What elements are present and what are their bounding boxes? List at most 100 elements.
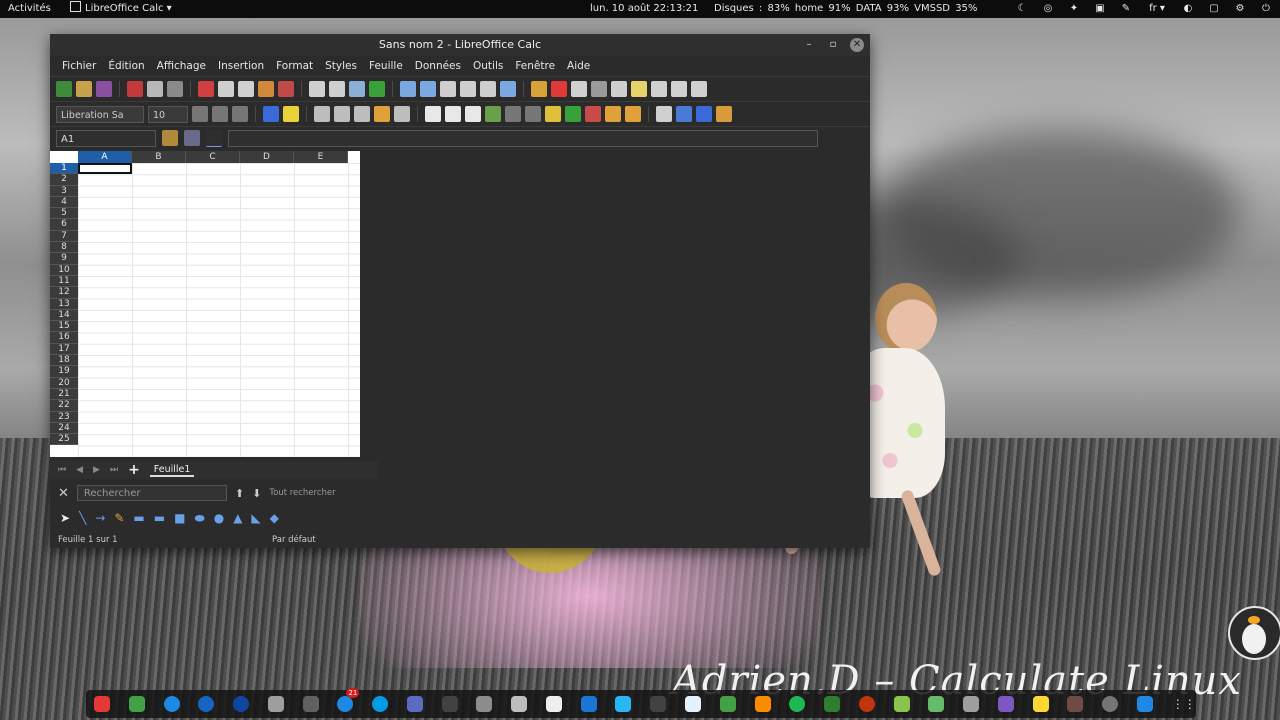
brush-icon[interactable] (1032, 696, 1049, 712)
cut-icon[interactable] (198, 81, 214, 97)
row-header[interactable]: 22 (50, 400, 78, 412)
window-titlebar[interactable]: Sans nom 2 - LibreOffice Calc – ▫ ✕ (50, 34, 870, 56)
menu-outils[interactable]: Outils (467, 60, 509, 72)
find-replace-icon[interactable] (349, 81, 365, 97)
row-header[interactable]: 23 (50, 411, 78, 423)
rectangle-icon[interactable]: ▬ (133, 511, 144, 525)
borders-icon[interactable] (656, 106, 672, 122)
screen-icon[interactable]: ▢ (1208, 0, 1220, 18)
font-size-box[interactable]: 10 (148, 105, 188, 123)
vpn-icon[interactable]: ◎ (1042, 0, 1054, 18)
last-sheet-icon[interactable]: ⏭ (110, 465, 118, 475)
dropbox-icon[interactable]: ✦ (1068, 0, 1080, 18)
square-icon[interactable]: ■ (174, 511, 185, 525)
find-input[interactable]: Rechercher (76, 485, 227, 501)
next-sheet-icon[interactable]: ▶ (93, 465, 100, 475)
writer-icon[interactable] (615, 696, 632, 712)
export-pdf-icon[interactable] (127, 81, 143, 97)
clear-icon[interactable] (278, 81, 294, 97)
app-grid-icon[interactable]: ⋮⋮ (1172, 696, 1196, 712)
row-header[interactable]: 3 (50, 185, 78, 197)
vivaldi-icon[interactable] (94, 696, 110, 712)
date-icon[interactable] (545, 106, 561, 122)
row-header[interactable]: 5 (50, 208, 78, 220)
border-color-icon[interactable] (696, 106, 712, 122)
row-header[interactable]: 4 (50, 196, 78, 209)
activities-button[interactable]: Activités (8, 0, 51, 18)
row-header[interactable]: 13 (50, 298, 78, 310)
cell-area[interactable] (78, 163, 360, 457)
menu-donnees[interactable]: Données (409, 60, 467, 72)
align-bottom-icon[interactable] (465, 106, 481, 122)
row-header[interactable]: 8 (50, 242, 78, 254)
app-icon[interactable] (302, 696, 319, 712)
rounded-rectangle-icon[interactable]: ▬ (154, 511, 165, 525)
font-color-icon[interactable] (263, 106, 279, 122)
pivot-table-icon[interactable] (571, 81, 587, 97)
first-sheet-icon[interactable]: ⏮ (58, 465, 66, 475)
android-icon[interactable] (928, 696, 945, 712)
bold-icon[interactable] (192, 106, 208, 122)
highlight-icon[interactable] (283, 106, 299, 122)
close-find-icon[interactable]: ✕ (58, 486, 69, 501)
comment-icon[interactable] (631, 81, 647, 97)
define-print-area-icon[interactable] (671, 81, 687, 97)
language-selector[interactable]: fr ▾ (1146, 0, 1168, 18)
find-next-icon[interactable]: ⬇ (252, 487, 261, 500)
merge-cells-icon[interactable] (394, 106, 410, 122)
clipboard-icon[interactable]: ▣ (1094, 0, 1106, 18)
row-header[interactable]: 1 (50, 163, 78, 175)
menu-format[interactable]: Format (270, 60, 319, 72)
settings-icon[interactable]: ⚙ (1234, 0, 1246, 18)
name-box[interactable]: A1 (56, 129, 156, 147)
column-header[interactable]: B (132, 151, 186, 163)
settings-icon[interactable] (1102, 696, 1119, 712)
freeze-icon[interactable] (691, 81, 707, 97)
align-right-icon[interactable] (354, 106, 370, 122)
conditional-format-icon[interactable] (716, 106, 732, 122)
row-header[interactable]: 6 (50, 219, 78, 231)
row-icon[interactable] (400, 81, 416, 97)
diamond-icon[interactable]: ◆ (270, 511, 279, 525)
gimp-icon[interactable] (1067, 696, 1084, 712)
select-icon[interactable]: ➤ (60, 511, 70, 525)
clock[interactable]: lun. 10 août 22:13:21 (590, 0, 698, 18)
delete-decimal-icon[interactable] (585, 106, 601, 122)
pen-icon[interactable]: ✎ (114, 511, 124, 525)
close-icon[interactable]: ✕ (850, 38, 864, 52)
terminal-icon[interactable] (441, 696, 458, 712)
column-header[interactable]: D (240, 151, 294, 163)
border-style-icon[interactable] (676, 106, 692, 122)
wrap-text-icon[interactable] (374, 106, 390, 122)
hyperlink-icon[interactable] (611, 81, 627, 97)
vlc-icon[interactable] (754, 696, 771, 712)
spreadsheet-grid[interactable]: A B C D E 1 2 3 4 5 6 7 8 9 10 11 12 13 … (50, 151, 360, 457)
maximize-icon[interactable]: ▫ (826, 34, 840, 56)
row-header[interactable]: 19 (50, 366, 78, 378)
align-middle-icon[interactable] (445, 106, 461, 122)
row-header[interactable]: 10 (50, 264, 78, 276)
row-header[interactable]: 9 (50, 253, 78, 265)
chromium-icon[interactable] (163, 696, 180, 712)
chart-icon[interactable] (551, 81, 567, 97)
autofilter-icon[interactable] (500, 81, 516, 97)
row-header[interactable]: 2 (50, 174, 78, 186)
row-header[interactable]: 16 (50, 332, 78, 344)
vscode-icon[interactable] (1136, 696, 1153, 712)
xmind-icon[interactable] (580, 696, 597, 712)
spellcheck-icon[interactable] (369, 81, 385, 97)
mail-icon[interactable] (267, 696, 284, 712)
redo-icon[interactable] (329, 81, 345, 97)
spotify-icon[interactable] (789, 696, 806, 712)
formula-icon[interactable] (206, 129, 222, 147)
chat-icon[interactable]: 21 (337, 688, 360, 712)
row-header[interactable]: 20 (50, 377, 78, 389)
row-header[interactable]: 14 (50, 309, 78, 322)
print-icon[interactable] (147, 81, 163, 97)
function-wizard-icon[interactable] (162, 130, 178, 146)
align-top-icon[interactable] (425, 106, 441, 122)
align-center-icon[interactable] (334, 106, 350, 122)
pdf-icon[interactable] (545, 696, 562, 712)
minimize-icon[interactable]: – (802, 34, 816, 56)
menu-edition[interactable]: Édition (102, 60, 150, 72)
